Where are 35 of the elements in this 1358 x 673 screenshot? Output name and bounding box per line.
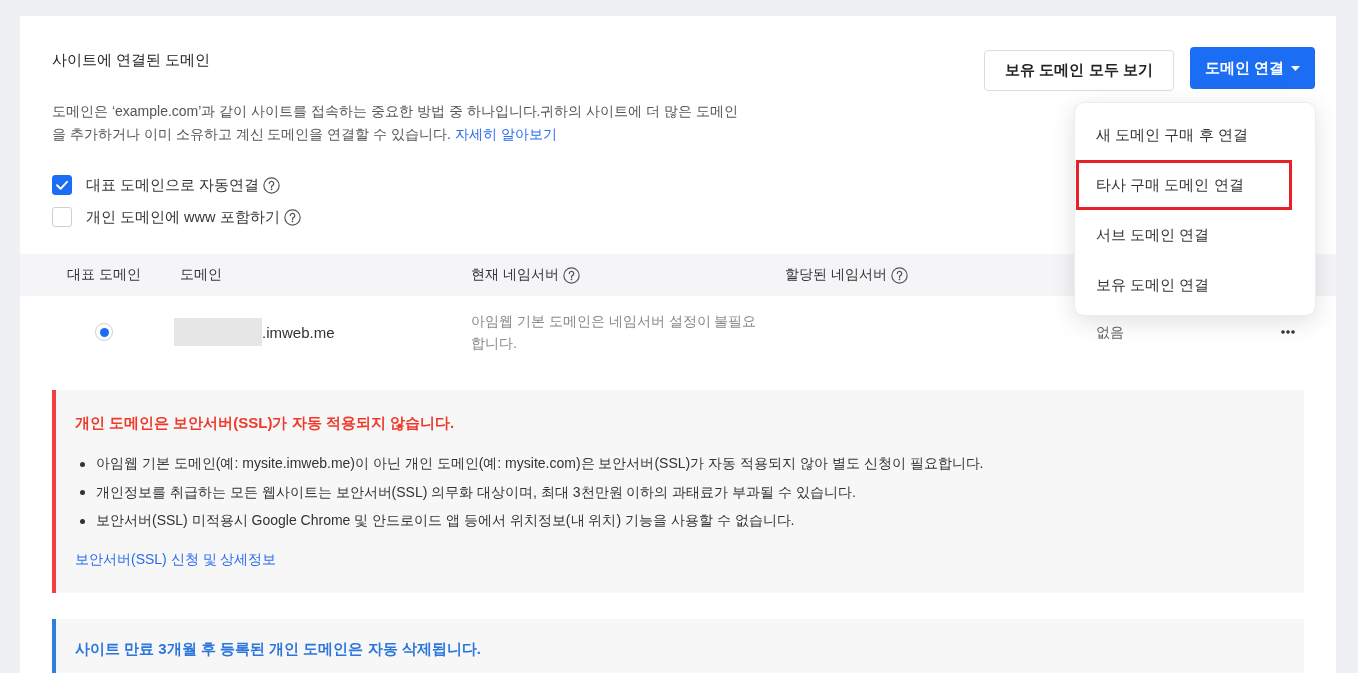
column-header: 대표 도메인 [67,266,141,284]
bullet-icon [80,490,85,496]
option-label: 개인 도메인에 www 포함하기 [86,207,280,227]
bullet-text: 아임웹 기본 도메인(예: mysite.imweb.me)이 아닌 개인 도메인(예: mysite.com)은 보안서버(SSL)가 자동 적용되지 않아 별도 신청이 필요합니다. [96,455,984,474]
status-text: 없음 [1096,323,1124,340]
connect-domain-button[interactable]: 도메인 연결 [1189,47,1315,89]
bullet-icon [80,461,85,467]
checkbox[interactable] [52,175,72,195]
section-title: 사이트에 연결된 도메인 [52,50,211,70]
view-all-domains-button[interactable]: 보유 도메인 모두 보기 [984,50,1174,91]
menu-item[interactable]: 타사 구매 도메인 연결 [1076,160,1292,210]
radio-button[interactable] [95,323,113,341]
help-icon[interactable] [263,176,281,194]
column-header: 현재 네임서버 [471,266,559,284]
caret-icon [1291,65,1300,71]
help-icon[interactable] [890,266,908,284]
domain-text: .imweb.me [262,323,335,341]
learn-more-link[interactable]: 자세히 알아보기 [454,126,557,142]
help-icon[interactable] [562,266,580,284]
more-icon[interactable] [1281,330,1295,334]
nameserver-text: 아임웹 기본 도메인은 네임서버 설정이 불필요합니다. [471,312,758,353]
menu-item[interactable]: 새 도메인 구매 후 연결 [1076,110,1292,160]
column-header: 도메인 [180,266,222,284]
help-icon[interactable] [283,208,301,226]
alert-title: 개인 도메인은 보안서버(SSL)가 자동 적용되지 않습니다. [75,413,456,433]
column-header: 할당된 네임서버 [785,266,887,284]
ssl-info-link[interactable]: 보안서버(SSL) 신청 및 상세정보 [75,547,277,570]
menu-item[interactable]: 서브 도메인 연결 [1076,210,1292,260]
alert-title: 사이트 만료 3개월 후 등록된 개인 도메인은 자동 삭제됩니다. [75,638,482,659]
menu-item[interactable]: 보유 도메인 연결 [1076,260,1292,310]
bullet-icon [80,518,85,524]
option-label: 대표 도메인으로 자동연결 [86,175,260,195]
bullet-text: 보안서버(SSL) 미적용시 Google Chrome 및 안드로이드 앱 등에서 위치정보(내 위치) 기능을 사용할 수 없습니다. [96,512,795,531]
description-text: 도메인은 ‘example.com’과 같이 사이트를 접속하는 중요한 방법 중 하나입니다.귀하의 사이트에 더 많은 도메인을 추가하거나 이미 소유하고 계신 도메인을 연결할 수 있습니다. 자세히 알아보기 [52,102,740,144]
bullet-text: 개인정보를 취급하는 모든 웹사이트는 보안서버(SSL) 의무화 대상이며, 최대 3천만원 이하의 과태료가 부과될 수 있습니다. [96,483,856,502]
